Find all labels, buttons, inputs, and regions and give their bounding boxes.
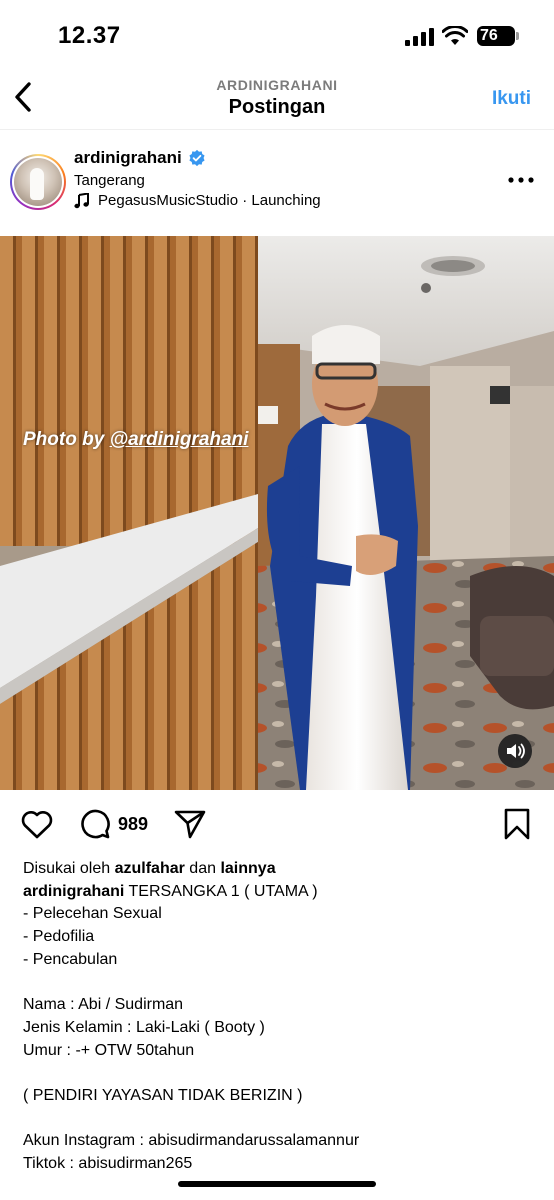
status-bar: 12.37 76: [0, 0, 554, 66]
caption-line: - Pedofilia: [23, 928, 95, 946]
post-caption: Disukai oleh azulfahar dan lainnya ardin…: [23, 858, 538, 1176]
post-location[interactable]: Tangerang: [74, 172, 145, 189]
status-time: 12.37: [58, 22, 121, 49]
likes-summary[interactable]: Disukai oleh azulfahar dan lainnya: [23, 858, 538, 881]
caption-first-line: ardinigrahani TERSANGKA 1 ( UTAMA ): [23, 881, 538, 904]
caption-first-text: TERSANGKA 1 ( UTAMA ): [124, 882, 318, 900]
heart-icon[interactable]: [20, 808, 54, 840]
caption-line: [23, 971, 538, 994]
battery-tip: [516, 32, 519, 40]
nav-header: ARDINIGRAHANI Postingan Ikuti: [0, 66, 554, 130]
more-horizontal-icon[interactable]: [508, 174, 534, 186]
caption-line: Tiktok : abisudirman265: [23, 1154, 193, 1172]
wifi-icon: [442, 26, 468, 45]
post-photo[interactable]: Photo by @ardinigrahani: [0, 236, 554, 790]
caption-line: - Pencabulan: [23, 950, 118, 968]
bookmark-icon[interactable]: [504, 808, 530, 840]
post-username[interactable]: ardinigrahani: [74, 148, 182, 168]
caption-line: [23, 1108, 538, 1131]
likes-user[interactable]: azulfahar: [115, 860, 185, 877]
profile-subtitle: ARDINIGRAHANI: [216, 77, 338, 93]
caption-line: Umur : -+ OTW 50tahun: [23, 1041, 195, 1059]
caption-line: Jenis Kelamin : Laki-Laki ( Booty ): [23, 1018, 265, 1036]
likes-others[interactable]: lainnya: [220, 860, 275, 877]
caption-line: [23, 1062, 538, 1085]
comments-count[interactable]: 989: [118, 814, 148, 835]
story-ring[interactable]: [10, 154, 66, 210]
send-icon[interactable]: [174, 809, 206, 839]
music-attribution[interactable]: PegasusMusicStudio · Launching: [74, 192, 321, 209]
photo-credit-prefix: Photo by: [23, 429, 110, 450]
likes-middle: dan: [184, 860, 221, 877]
verified-badge-icon: [189, 149, 205, 167]
caption-line: Akun Instagram : abisudirmandarussalaman…: [23, 1132, 360, 1150]
photo-credit-handle[interactable]: @ardinigrahani: [110, 429, 249, 450]
cellular-signal-icon: [405, 28, 434, 46]
post-header: ardinigrahani Tangerang PegasusMusicStud…: [0, 140, 554, 230]
battery-indicator: 76: [477, 26, 515, 46]
post-actions: 989: [0, 800, 554, 848]
home-indicator[interactable]: [178, 1181, 376, 1187]
photo-illustration: [0, 236, 554, 790]
caption-line: - Pelecehan Sexual: [23, 905, 162, 923]
caption-line: ( PENDIRI YAYASAN TIDAK BERIZIN ): [23, 1086, 303, 1104]
username-row: ardinigrahani: [74, 148, 206, 168]
avatar: [14, 158, 62, 206]
caption-line: Nama : Abi / Sudirman: [23, 996, 184, 1014]
music-label: PegasusMusicStudio · Launching: [98, 192, 321, 209]
music-note-icon: [74, 192, 89, 208]
page-title: Postingan: [228, 96, 326, 118]
likes-prefix: Disukai oleh: [23, 860, 115, 877]
comment-icon[interactable]: [79, 808, 111, 840]
speaker-icon[interactable]: [498, 734, 532, 768]
follow-button[interactable]: Ikuti: [492, 88, 531, 110]
photo-caption-overlay: Photo by @ardinigrahani: [23, 429, 248, 451]
caption-author[interactable]: ardinigrahani: [23, 883, 124, 900]
